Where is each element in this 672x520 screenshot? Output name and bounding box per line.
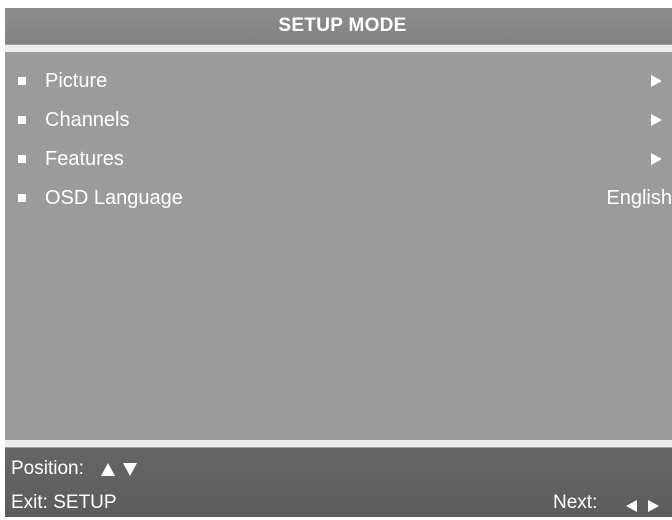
next-label: Next: <box>553 492 598 513</box>
bottom-divider <box>5 440 672 447</box>
menu-item-channels[interactable]: Channels <box>5 101 672 140</box>
menu-item-picture[interactable]: Picture <box>5 62 672 101</box>
header-bar: SETUP MODE <box>5 8 672 44</box>
arrow-right-icon <box>648 500 659 512</box>
next-hint: Next: <box>542 490 672 520</box>
bullet-icon <box>18 77 26 85</box>
arrow-right-icon <box>651 153 662 165</box>
menu-item-label: OSD Language <box>45 187 183 209</box>
bullet-icon <box>18 116 26 124</box>
menu-item-label: Picture <box>45 70 108 92</box>
menu-item-label: Channels <box>45 109 130 131</box>
menu-item-osd-language[interactable]: OSD Language English <box>5 179 672 218</box>
osd-language-value: English <box>606 187 672 209</box>
menu-item-label: Features <box>45 148 124 170</box>
footer-bar: Position: Exit: SETUP Next: <box>5 448 672 517</box>
menu-item-features[interactable]: Features <box>5 140 672 179</box>
bullet-icon <box>18 155 26 163</box>
footer-position-row: Position: <box>5 456 672 486</box>
arrow-left-icon <box>626 500 637 512</box>
arrow-right-icon <box>651 75 662 87</box>
page-title: SETUP MODE <box>278 15 407 36</box>
setup-menu: Picture Channels Features OSD Language E… <box>5 62 672 218</box>
arrow-right-icon <box>651 114 662 126</box>
setup-osd-panel: SETUP MODE Picture Channels Features OSD… <box>5 8 672 517</box>
arrow-up-icon <box>101 463 115 476</box>
top-divider <box>5 45 672 52</box>
position-label: Position: <box>11 458 84 479</box>
bullet-icon <box>18 194 26 202</box>
exit-label: Exit: SETUP <box>11 492 117 513</box>
arrow-down-icon <box>123 463 137 476</box>
footer-nav-row: Exit: SETUP Next: <box>5 490 672 520</box>
